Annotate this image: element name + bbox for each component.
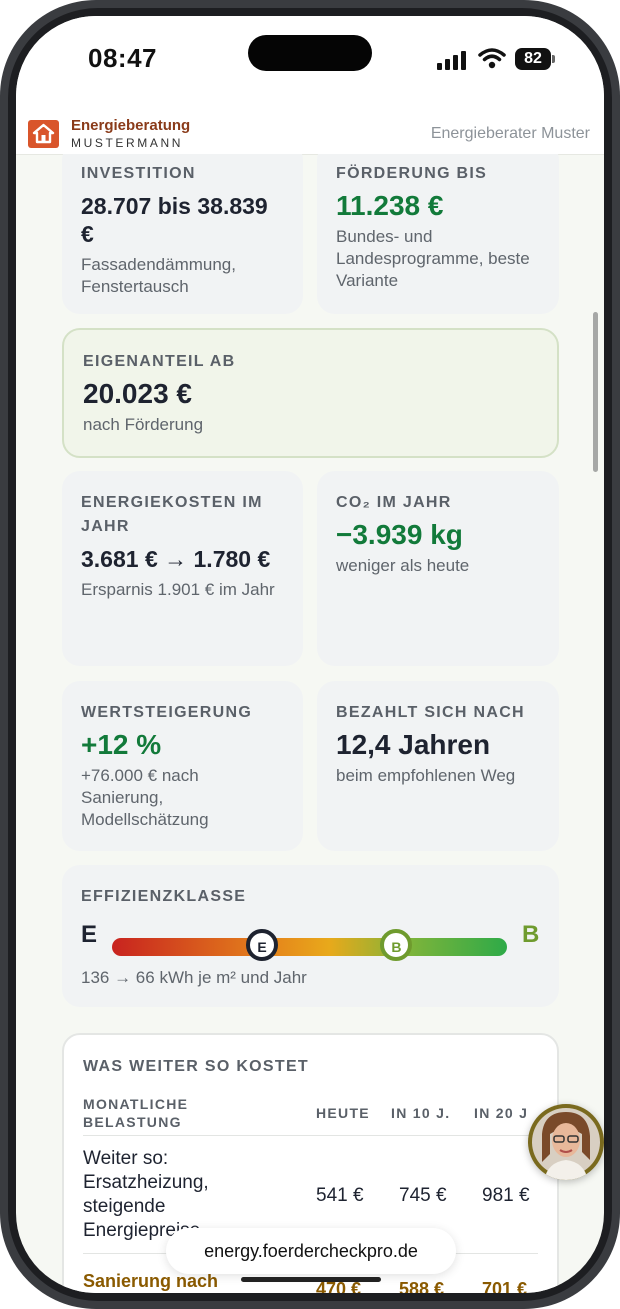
wertsteigerung-value: +12 % [81,729,162,760]
row-weiter-so-20j: 981 € [482,1185,530,1206]
brand-subtitle: MUSTERMANN [71,136,183,150]
effizienz-label: EFFIZIENZKLASSE [81,888,247,905]
col-header-20j: IN 20 J [474,1105,529,1121]
class-to-letter: B [522,921,540,948]
col-header-belastung: MONATLICHE BELASTUNG [83,1096,189,1130]
results-content: INVESTITION 28.707 bis 38.839 € Fassaden… [16,154,604,1293]
target-class-marker: B [380,929,413,961]
energiekosten-label: ENERGIEKOSTEN IM JAHR [81,494,263,535]
status-time: 08:47 [88,43,157,73]
advisor-avatar[interactable] [528,1104,604,1180]
energiekosten-card: ENERGIEKOSTEN IM JAHR 3.681 € → 1.780 € … [62,471,303,666]
foerderung-label: FÖRDERUNG BIS [336,165,488,182]
wertsteigerung-label: WERTSTEIGERUNG [81,704,253,721]
efficiency-scale-bar [112,938,507,956]
table-divider [83,1135,538,1136]
screen: 08:47 82 Energieberatung MUSTERMANN Ener… [16,16,604,1293]
row-sanierung-20j: 701 € [482,1279,528,1293]
battery-icon: 82 [515,48,555,70]
eigenanteil-sub: nach Förderung [83,415,204,434]
eigenanteil-card: EIGENANTEIL AB 20.023 € nach Förderung [62,328,559,458]
browser-url-bar[interactable]: energy.foerdercheckpro.de [166,1228,456,1274]
current-class-marker: E [246,929,279,961]
app-header: Energieberatung MUSTERMANN Energieberate… [16,106,604,155]
volume-up-button [0,240,4,310]
co2-card: CO₂ IM JAHR −3.939 kg weniger als heute [317,471,559,666]
row-weiter-so-10j: 745 € [399,1185,447,1206]
investition-label: INVESTITION [81,165,196,182]
wifi-icon [478,48,506,69]
co2-label: CO₂ IM JAHR [336,494,452,511]
cellular-signal-icon [437,50,469,70]
eigenanteil-label: EIGENANTEIL AB [83,353,236,370]
col-header-heute: HEUTE [316,1105,370,1121]
wertsteigerung-sub: +76.000 € nach Sanierung, Modellschätzun… [81,766,209,829]
foerderung-value: 11.238 € [336,190,444,221]
foerderung-sub: Bundes- und Landesprogramme, beste Varia… [336,227,530,290]
status-bar: 08:47 82 [16,16,604,106]
volume-down-button [0,330,4,400]
home-indicator[interactable] [241,1277,381,1282]
energiekosten-value: 3.681 € → 1.780 € [81,546,271,572]
cost-table-title: WAS WEITER SO KOSTET [83,1058,310,1075]
row-weiter-so-heute: 541 € [316,1185,364,1206]
foerderung-card: FÖRDERUNG BIS 11.238 € Bundes- und Lande… [317,154,559,314]
amortisation-sub: beim empfohlenen Weg [336,766,516,785]
advisor-name: Energieberater Muster [430,125,590,142]
row-sanierung-10j: 588 € [399,1279,445,1293]
dynamic-island [248,35,372,71]
effizienzklasse-card: EFFIZIENZKLASSE E E B B 136 → 66 kWh je … [62,865,559,1007]
house-logo-icon[interactable] [28,120,59,148]
co2-value: −3.939 kg [336,519,463,550]
brand-name: Energieberatung [71,117,191,134]
class-from-letter: E [81,921,98,948]
effizienz-sub: 136 → 66 kWh je m² und Jahr [81,968,307,987]
wertsteigerung-card: WERTSTEIGERUNG +12 % +76.000 € nach Sani… [62,681,303,851]
co2-sub: weniger als heute [336,556,470,575]
energiekosten-sub: Ersparnis 1.901 € im Jahr [81,580,275,599]
investition-value: 28.707 bis 38.839 € [81,193,268,247]
col-header-10j: IN 10 J. [391,1105,451,1121]
investition-card: INVESTITION 28.707 bis 38.839 € Fassaden… [62,154,303,314]
amortisation-label: BEZAHLT SICH NACH [336,704,525,721]
action-button [0,170,4,210]
eigenanteil-value: 20.023 € [83,378,192,409]
scrollbar[interactable] [593,312,598,472]
amortisation-card: BEZAHLT SICH NACH 12,4 Jahren beim empfo… [317,681,559,851]
amortisation-value: 12,4 Jahren [336,729,491,760]
investition-sub: Fassadendämmung, Fenstertausch [81,255,236,296]
